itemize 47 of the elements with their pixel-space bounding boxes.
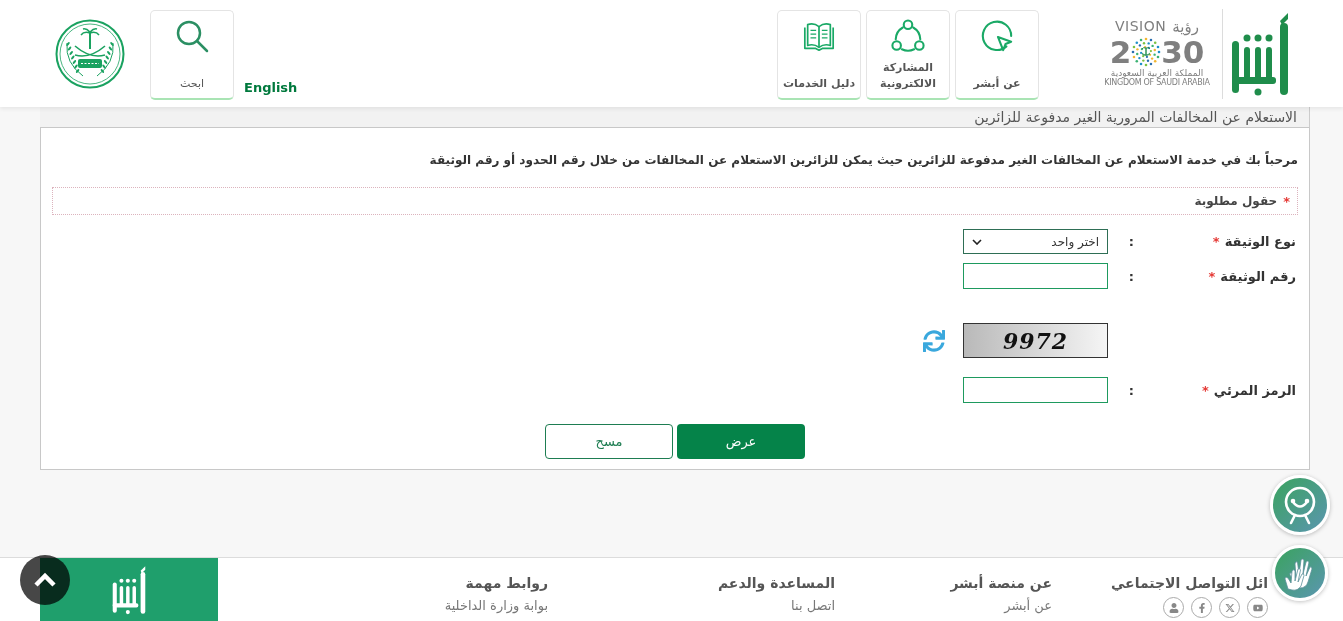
year-digit-text: 2 — [1109, 35, 1132, 70]
chevron-up-icon — [33, 572, 57, 588]
label-colon: : — [1128, 234, 1134, 249]
chevron-down-icon — [972, 238, 982, 245]
search-icon — [175, 19, 209, 53]
year-digits-text: 30 — [1161, 35, 1205, 70]
label-colon: : — [1128, 268, 1134, 284]
footer-heading: ائل التواصل الاجتماعي — [1109, 574, 1268, 592]
footer-heading: روابط مهمة — [464, 574, 548, 592]
input-field[interactable] — [963, 377, 1108, 403]
chatbot-button[interactable] — [1270, 475, 1330, 535]
input-field[interactable] — [963, 263, 1108, 289]
language-link[interactable]: English — [244, 80, 298, 95]
page-title: الاستعلام عن المخالفات المرورية الغير مدفوعة للزائرين — [40, 107, 1310, 128]
vision-arabic-text: رؤية — [1172, 18, 1199, 36]
nav-button[interactable]: دليل الخدمات — [777, 10, 861, 100]
required-asterisk: * — [1201, 382, 1209, 398]
dropdown-field[interactable]: اختر واحد — [963, 229, 1108, 254]
country-english-text: KINGDOM OF SAUDI ARABIA — [1104, 79, 1210, 89]
required-asterisk: * — [1283, 193, 1290, 209]
field-label: الرمز المرئي — [1213, 382, 1296, 398]
nav-button[interactable]: عن أبشر — [955, 10, 1039, 100]
connected-circles-icon — [891, 19, 925, 53]
required-note-text: حقول مطلوبة — [1194, 194, 1278, 208]
absher-logo-icon — [111, 565, 147, 615]
footer-heading: عن منصة أبشر — [949, 574, 1052, 592]
cursor-circle-icon — [980, 19, 1014, 53]
footer-heading: المساعدة والدعم — [716, 574, 835, 592]
clear-button[interactable]: مسح — [545, 424, 673, 459]
search-button[interactable]: ابحث — [150, 10, 234, 100]
vision-flower-icon — [1131, 37, 1162, 68]
refresh-icon[interactable] — [923, 329, 945, 352]
sign-language-button[interactable] — [1272, 545, 1328, 601]
vision-text: VISION — [1115, 19, 1167, 35]
footer-link[interactable]: بوابة وزارة الداخلية — [444, 598, 548, 614]
emblem-icon — [55, 18, 125, 89]
required-asterisk: * — [1212, 234, 1220, 249]
field-label: رقم الوثيقة — [1220, 268, 1296, 284]
footer-link[interactable]: عن أبشر — [1004, 598, 1052, 614]
label-colon: : — [1128, 382, 1134, 398]
required-asterisk: * — [1208, 268, 1216, 284]
submit-button[interactable]: عرض — [677, 424, 805, 459]
field-label: نوع الوثيقة — [1224, 234, 1296, 249]
footer-link[interactable]: اتصل بنا — [791, 598, 835, 614]
intro-text: مرحباً بك في خدمة الاستعلام عن المخالفات الغير مدفوعة للزائرين حيث يمكن للزائرين الاستعلام عن المخالفات من خلال رقم الحدود أو رقم الوثيقة — [428, 152, 1298, 168]
nav-button[interactable]: المشاركة الالكترونية — [866, 10, 950, 100]
captcha-code: 9972 — [1002, 327, 1069, 354]
